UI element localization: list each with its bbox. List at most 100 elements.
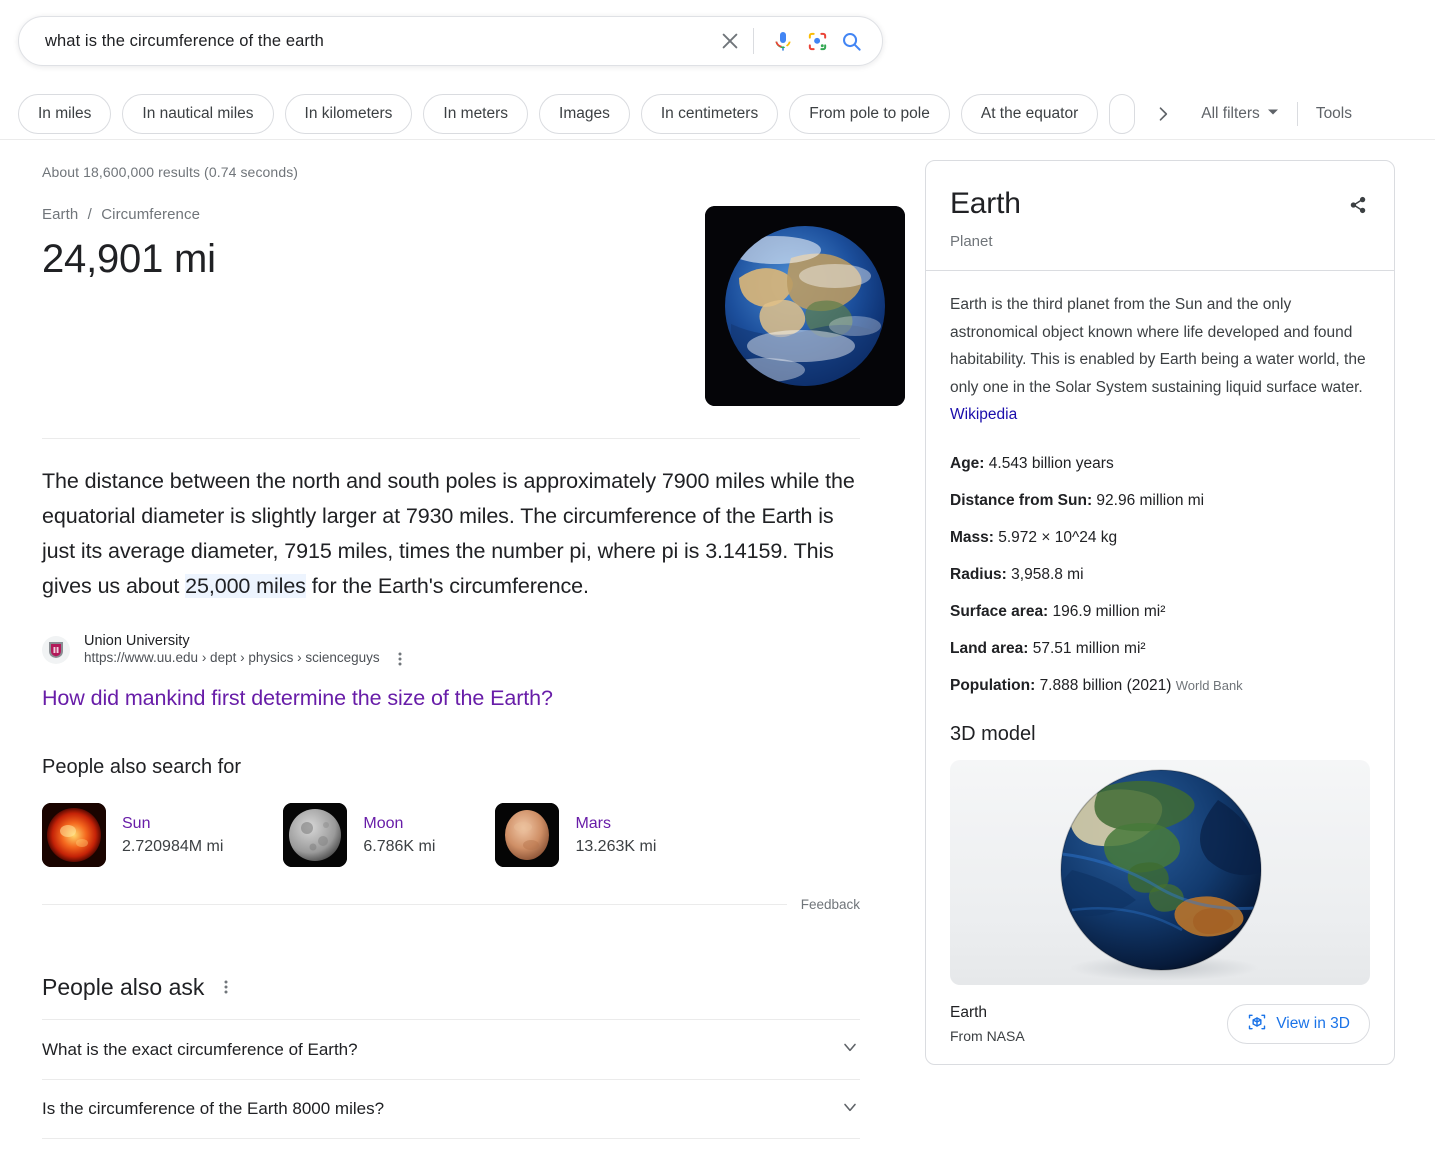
snippet-highlight: 25,000 miles bbox=[185, 574, 306, 598]
earth-3d-globe-icon bbox=[1060, 768, 1262, 981]
list-item[interactable]: Is the circumference of the Earth 8000 m… bbox=[42, 1079, 860, 1139]
source-url-row: https://www.uu.edu › dept › physics › sc… bbox=[84, 650, 408, 667]
list-item[interactable]: Mars 13.263K mi bbox=[495, 803, 656, 867]
earth-3d-globe[interactable] bbox=[950, 759, 1370, 985]
result-title-link[interactable]: How did mankind first determine the size… bbox=[42, 686, 905, 711]
breadcrumb-separator: / bbox=[87, 206, 92, 223]
knowledge-panel-description: Earth is the third planet from the Sun a… bbox=[950, 291, 1370, 429]
chevron-down-icon bbox=[1267, 105, 1279, 123]
results-column: About 18,600,000 results (0.74 seconds) … bbox=[0, 140, 905, 1139]
toolbar-divider bbox=[1296, 102, 1298, 126]
clear-icon[interactable] bbox=[715, 26, 745, 56]
search-divider bbox=[753, 28, 754, 54]
result-stats: About 18,600,000 results (0.74 seconds) bbox=[42, 164, 299, 180]
filter-chip-row: In miles In nautical miles In kilometers… bbox=[0, 66, 1435, 140]
3d-model-heading: 3D model bbox=[950, 722, 1036, 745]
description-text: Earth is the third planet from the Sun a… bbox=[950, 296, 1366, 396]
search-box[interactable] bbox=[18, 16, 883, 66]
nasa-link[interactable]: NASA bbox=[987, 1028, 1025, 1044]
tools-button[interactable]: Tools bbox=[1316, 105, 1352, 123]
breadcrumb-property[interactable]: Circumference bbox=[101, 206, 200, 223]
chevron-right-icon[interactable] bbox=[1141, 94, 1185, 134]
microphone-icon[interactable] bbox=[766, 24, 800, 58]
fact-label: Population: bbox=[950, 676, 1036, 694]
fact-label: Surface area: bbox=[950, 602, 1049, 620]
answer-divider bbox=[42, 438, 860, 439]
filter-chip-in-kilometers[interactable]: In kilometers bbox=[284, 94, 413, 134]
fact-value: 196.9 million mi² bbox=[1052, 602, 1166, 620]
feedback-row: Feedback bbox=[42, 897, 860, 912]
breadcrumb: Earth / Circumference bbox=[42, 206, 687, 223]
kebab-menu-icon[interactable] bbox=[392, 651, 408, 667]
filter-chip-overflow-partial[interactable] bbox=[1109, 94, 1136, 134]
filter-chip-in-nautical-miles[interactable]: In nautical miles bbox=[122, 94, 274, 134]
fact-distance-from-sun: Distance from Sun: 92.96 million mi bbox=[950, 490, 1370, 512]
3d-model-from-prefix: From bbox=[950, 1028, 987, 1045]
chevron-down-icon[interactable] bbox=[840, 1037, 860, 1062]
fact-mass: Mass: 5.972 × 10^24 kg bbox=[950, 527, 1370, 549]
list-item[interactable]: What is the exact circumference of Earth… bbox=[42, 1019, 860, 1079]
fact-radius: Radius: 3,958.8 mi bbox=[950, 564, 1370, 586]
pasf-name[interactable]: Moon bbox=[363, 812, 435, 835]
knowledge-panel-header: Earth Planet bbox=[926, 161, 1394, 271]
3d-model-caption: Earth From NASA bbox=[950, 1001, 1025, 1048]
search-bar-container bbox=[0, 0, 1435, 66]
fact-label: Distance from Sun: bbox=[950, 491, 1093, 509]
filter-chip-images[interactable]: Images bbox=[539, 94, 630, 134]
fact-label: Land area: bbox=[950, 639, 1029, 657]
fact-surface-area: Surface area: 196.9 million mi² bbox=[950, 601, 1370, 623]
fact-label: Age: bbox=[950, 454, 985, 472]
fact-value: 57.51 million mi² bbox=[1032, 639, 1146, 657]
search-submit-icon[interactable] bbox=[834, 24, 868, 58]
chevron-down-icon[interactable] bbox=[840, 1097, 860, 1122]
people-also-ask-heading: People also ask bbox=[42, 974, 905, 1001]
fact-population: Population: 7.888 billion (2021) World B… bbox=[950, 675, 1370, 697]
fact-label: Mass: bbox=[950, 528, 994, 546]
kebab-menu-icon[interactable] bbox=[218, 974, 234, 1001]
source-attribution[interactable]: Union University https://www.uu.edu › de… bbox=[42, 632, 905, 667]
people-also-ask-list: What is the exact circumference of Earth… bbox=[42, 1019, 860, 1139]
list-item[interactable]: Moon 6.786K mi bbox=[283, 803, 435, 867]
knowledge-panel-column: Earth Planet Earth is the third planet f… bbox=[905, 140, 1435, 1139]
list-item-text: Moon 6.786K mi bbox=[363, 812, 435, 858]
knowledge-panel-subtitle: Planet bbox=[950, 233, 993, 250]
view-in-3d-button[interactable]: View in 3D bbox=[1227, 1004, 1370, 1045]
answer-main: Earth / Circumference 24,901 mi bbox=[42, 206, 687, 406]
3d-model-footer: Earth From NASA View in 3D bbox=[950, 1001, 1370, 1064]
filter-chip-in-centimeters[interactable]: In centimeters bbox=[640, 94, 779, 134]
google-lens-icon[interactable] bbox=[800, 24, 834, 58]
snippet-after: for the Earth's circumference. bbox=[305, 574, 589, 598]
breadcrumb-entity[interactable]: Earth bbox=[42, 206, 78, 223]
all-filters-button[interactable]: All filters bbox=[1201, 105, 1279, 123]
share-icon[interactable] bbox=[1344, 191, 1372, 219]
pasf-name[interactable]: Mars bbox=[575, 812, 656, 835]
fact-land-area: Land area: 57.51 million mi² bbox=[950, 638, 1370, 660]
page-title: Earth bbox=[950, 187, 1021, 220]
filter-chip-from-pole-to-pole[interactable]: From pole to pole bbox=[789, 94, 950, 134]
filter-chip-at-the-equator[interactable]: At the equator bbox=[960, 94, 1099, 134]
fact-value: 5.972 × 10^24 kg bbox=[998, 528, 1118, 546]
world-bank-link[interactable]: World Bank bbox=[1176, 678, 1243, 693]
search-input[interactable] bbox=[43, 24, 715, 58]
fact-age: Age: 4.543 billion years bbox=[950, 453, 1370, 475]
list-item[interactable]: Sun 2.720984M mi bbox=[42, 803, 223, 867]
pasf-value: 6.786K mi bbox=[363, 838, 436, 855]
featured-answer-box: Earth / Circumference 24,901 mi bbox=[42, 206, 905, 406]
view-in-3d-label: View in 3D bbox=[1276, 1015, 1350, 1033]
fact-value: 7.888 billion (2021) bbox=[1039, 676, 1172, 694]
fact-source[interactable]: World Bank bbox=[1176, 678, 1243, 693]
filter-chip-in-meters[interactable]: In meters bbox=[423, 94, 529, 134]
answer-value: 24,901 mi bbox=[42, 237, 216, 281]
page-content: About 18,600,000 results (0.74 seconds) … bbox=[0, 140, 1435, 1139]
3d-model-attribution: From NASA bbox=[950, 1025, 1025, 1047]
pasf-name[interactable]: Sun bbox=[122, 812, 223, 835]
earth-photo-thumbnail[interactable] bbox=[705, 206, 905, 406]
feedback-link[interactable]: Feedback bbox=[801, 897, 860, 912]
all-filters-label: All filters bbox=[1201, 105, 1260, 122]
earth-photo-icon bbox=[705, 206, 905, 406]
fact-value: 3,958.8 mi bbox=[1011, 565, 1084, 583]
wikipedia-link[interactable]: Wikipedia bbox=[950, 406, 1017, 423]
filter-chip-in-miles[interactable]: In miles bbox=[18, 94, 112, 134]
feedback-divider bbox=[42, 904, 787, 905]
answer-snippet: The distance between the north and south… bbox=[42, 464, 860, 604]
